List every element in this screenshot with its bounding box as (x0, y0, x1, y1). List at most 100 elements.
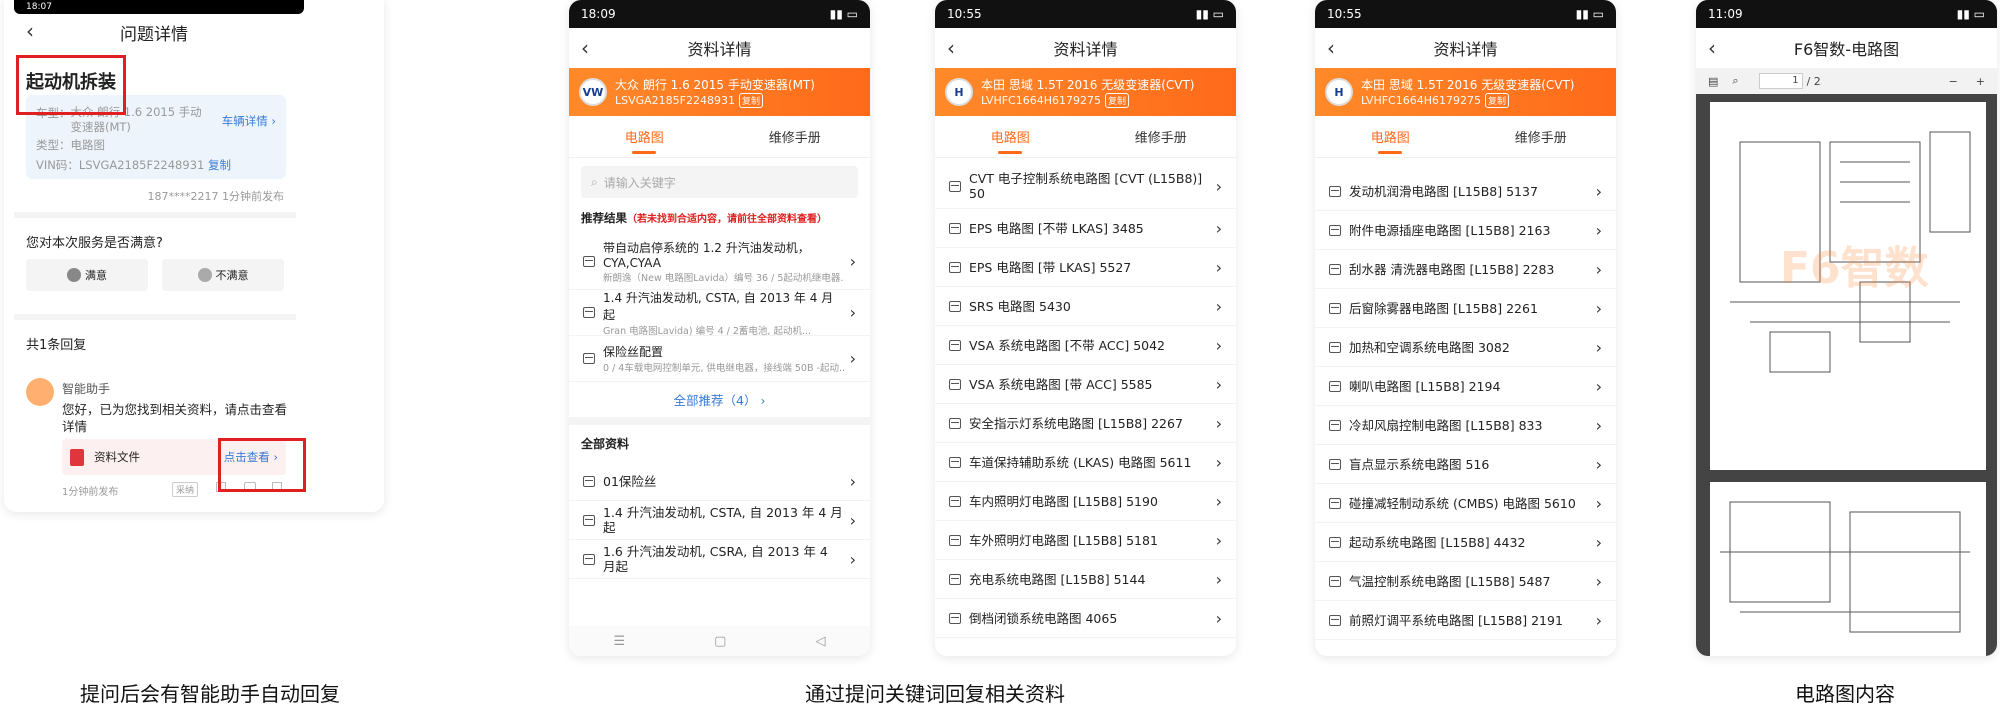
tab-manual[interactable]: 维修手册 (720, 117, 871, 156)
satisfied-button[interactable]: 满意 (26, 259, 148, 291)
status-bar: 10:55 ▮▮ ▭ (1315, 0, 1616, 28)
bot-message: 您好，已为您找到相关资料，请点击查看详情 (62, 402, 288, 434)
list-item[interactable]: 刮水器 清洗器电路图 [L15B8] 2283 › (1315, 250, 1616, 289)
search-icon: ⌕ (591, 174, 598, 189)
pdf-page-2 (1710, 482, 1986, 656)
rec-subtitle: 新朗逸（New 电路图Lavida）编号 36 / 5起动机继电器... (603, 273, 844, 284)
back-icon[interactable]: ‹ (26, 19, 34, 43)
list-item[interactable]: 车外照明灯电路图 [L15B8] 5181 › (935, 521, 1236, 560)
chevron-right-icon: › (1595, 181, 1602, 201)
list-item[interactable]: 碰撞减轻制动系统 (CMBS) 电路图 5610 › (1315, 484, 1616, 523)
list-item[interactable]: 充电系统电路图 [L15B8] 5144 › (935, 560, 1236, 599)
page-title: 资料详情 (1433, 40, 1498, 59)
list-item[interactable]: 后窗除雾器电路图 [L15B8] 2261 › (1315, 289, 1616, 328)
chevron-right-icon: › (1595, 493, 1602, 513)
back-nav-icon[interactable]: ◁ (815, 634, 825, 649)
rec-more-button[interactable]: 全部推荐（4） › (569, 382, 870, 425)
back-icon[interactable]: ‹ (947, 36, 955, 60)
list-item[interactable]: 附件电源插座电路图 [L15B8] 2163 › (1315, 211, 1616, 250)
list-item[interactable]: 加热和空调系统电路图 3082 › (1315, 328, 1616, 367)
document-icon (1329, 263, 1341, 275)
list-item[interactable]: SRS 电路图 5430 › (935, 287, 1236, 326)
copy-button[interactable]: 复制 (1104, 93, 1129, 108)
list-item-label: 加热和空调系统电路图 3082 (1349, 339, 1510, 355)
list-item-label: 起动系统电路图 [L15B8] 4432 (1349, 534, 1526, 550)
list-item-label: VSA 系统电路图 [带 ACC] 5585 (969, 376, 1153, 392)
car-detail-link[interactable]: 车辆详情 › (222, 111, 276, 135)
copy-button[interactable]: 复制 (739, 93, 764, 108)
document-icon (1329, 536, 1341, 548)
list-item[interactable]: 车内照明灯电路图 [L15B8] 5190 › (935, 482, 1236, 521)
menu-icon[interactable]: ☰ (614, 634, 626, 649)
status-bar: 18:07 (14, 0, 304, 14)
list-item[interactable]: 01保险丝 › (569, 462, 870, 501)
list-item[interactable]: 安全指示灯系统电路图 [L15B8] 2267 › (935, 404, 1236, 443)
adopt-button[interactable]: 采纳 (172, 482, 199, 497)
document-icon (583, 256, 595, 267)
rec-item[interactable]: 保险丝配置 0 / 4车载电网控制单元, 供电继电器，接线端 50B -起动...… (569, 336, 870, 382)
rec-item[interactable]: 带自动启停系统的 1.2 升汽油发动机，CYA,CYAA 新朗逸（New 电路图L… (569, 234, 870, 290)
search-input[interactable]: ⌕ 请输入关键字 (581, 166, 858, 198)
chevron-right-icon: › (849, 471, 856, 491)
chevron-right-icon: › (1595, 376, 1602, 396)
list-item[interactable]: 盲点显示系统电路图 516 › (1315, 445, 1616, 484)
bot-name: 智能助手 (62, 382, 111, 396)
tab-manual[interactable]: 维修手册 (1466, 117, 1617, 156)
list-item-label: 后窗除雾器电路图 [L15B8] 2261 (1349, 300, 1538, 316)
list-item[interactable]: 车道保持辅助系统 (LKAS) 电路图 5611 › (935, 443, 1236, 482)
page-title: F6智数-电路图 (1793, 40, 1900, 59)
list-item-label: 车道保持辅助系统 (LKAS) 电路图 5611 (969, 454, 1192, 470)
list-item-label: 1.6 升汽油发动机, CSRA, 自 2013 年 4 月起 (603, 544, 828, 574)
circuit-list: CVT 电子控制系统电路图 [CVT (L15B8)] 50 › EPS 电路图 [… (935, 158, 1236, 638)
list-item[interactable]: 发动机润滑电路图 [L15B8] 5137 › (1315, 172, 1616, 211)
list-item[interactable]: 倒档闭锁系统电路图 4065 › (935, 599, 1236, 638)
copy-button[interactable]: 复制 (1484, 93, 1509, 108)
list-item-label: 碰撞减轻制动系统 (CMBS) 电路图 5610 (1349, 495, 1576, 511)
copy-link[interactable]: 复制 (208, 158, 231, 172)
home-icon[interactable]: ▢ (714, 634, 726, 649)
zoom-out-button[interactable]: − (1949, 75, 1958, 88)
zoom-in-button[interactable]: + (1976, 75, 1985, 88)
tab-manual[interactable]: 维修手册 (1086, 117, 1237, 156)
back-icon[interactable]: ‹ (1708, 36, 1716, 60)
list-item[interactable]: 起动系统电路图 [L15B8] 4432 › (1315, 523, 1616, 562)
list-item-label: 倒档闭锁系统电路图 4065 (969, 610, 1118, 626)
list-item[interactable]: 喇叭电路图 [L15B8] 2194 › (1315, 367, 1616, 406)
list-item-label: 刮水器 清洗器电路图 [L15B8] 2283 (1349, 261, 1555, 277)
page-input[interactable]: 1 (1758, 73, 1803, 89)
document-icon (583, 353, 595, 364)
list-item[interactable]: 1.6 升汽油发动机, CSRA, 自 2013 年 4 月起 › (569, 540, 870, 579)
list-item[interactable]: 1.4 升汽油发动机, CSTA, 自 2013 年 4 月起 › (569, 501, 870, 540)
search-icon[interactable]: ⌕ (1732, 74, 1738, 88)
document-icon (949, 417, 961, 429)
chevron-right-icon: › (1215, 413, 1222, 433)
list-item[interactable]: 前照灯调平系统电路图 [L15B8] 2191 › (1315, 601, 1616, 640)
vin-value: LSVGA2185F2248931 (78, 158, 205, 172)
chevron-right-icon: › (849, 549, 856, 569)
list-item[interactable]: VSA 系统电路图 [不带 ACC] 5042 › (935, 326, 1236, 365)
list-item-label: 盲点显示系统电路图 516 (1349, 456, 1490, 472)
list-item[interactable]: 气温控制系统电路图 [L15B8] 5487 › (1315, 562, 1616, 601)
tab-circuit[interactable]: 电路图 (935, 117, 1086, 156)
unsatisfied-button[interactable]: 不满意 (162, 259, 284, 291)
tab-circuit[interactable]: 电路图 (1315, 117, 1466, 156)
list-item[interactable]: EPS 电路图 [不带 LKAS] 3485 › (935, 209, 1236, 248)
list-item[interactable]: CVT 电子控制系统电路图 [CVT (L15B8)] 50 › (935, 164, 1236, 209)
back-icon[interactable]: ‹ (581, 36, 589, 60)
chevron-right-icon: › (1215, 491, 1222, 511)
list-item[interactable]: 冷却风扇控制电路图 [L15B8] 833 › (1315, 406, 1616, 445)
status-bar: 18:09 ▮▮ ▭ (569, 0, 870, 28)
tab-bar: 电路图 维修手册 (1315, 116, 1616, 158)
back-icon[interactable]: ‹ (1327, 36, 1335, 60)
tab-circuit[interactable]: 电路图 (569, 117, 720, 156)
list-item[interactable]: VSA 系统电路图 [带 ACC] 5585 › (935, 365, 1236, 404)
rec-item[interactable]: 1.4 升汽油发动机, CSTA, 自 2013 年 4 月起 Gran 电路图L… (569, 290, 870, 337)
chevron-right-icon: › (1215, 218, 1222, 238)
divider (14, 314, 296, 320)
chevron-right-icon: › (1595, 571, 1602, 591)
phone-question-detail: 18:07 ‹ 问题详情 起动机拆装 车型： 大众 朗行 1.6 2015 手动变… (4, 0, 384, 512)
chevron-right-icon: › (849, 252, 856, 271)
list-item[interactable]: EPS 电路图 [带 LKAS] 5527 › (935, 248, 1236, 287)
list-item-label: EPS 电路图 [带 LKAS] 5527 (969, 259, 1132, 275)
sidebar-toggle-icon[interactable]: ▤ (1708, 75, 1718, 88)
